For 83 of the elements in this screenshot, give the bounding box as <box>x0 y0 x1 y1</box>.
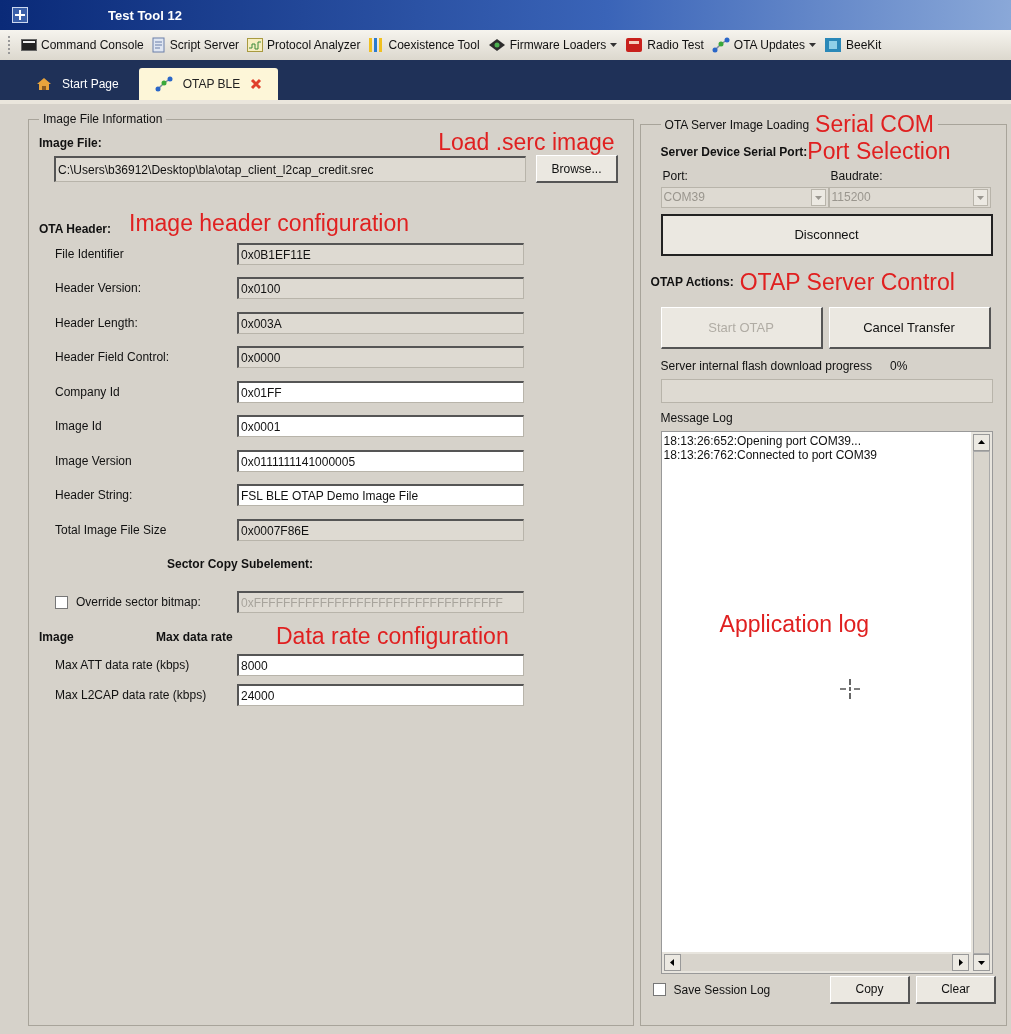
file-path-field[interactable]: C:\Users\b36912\Desktop\bla\otap_client_l2cap_credit.srec <box>54 156 526 183</box>
section-heading: OTAP Actions: <box>650 275 734 290</box>
field-label: Header Version: <box>55 281 143 296</box>
section-heading: Server Device Serial Port: <box>660 144 808 159</box>
group-title: Image File Information <box>42 112 164 126</box>
group-title: OTA Server Image Loading <box>664 117 810 132</box>
network-icon <box>154 76 173 92</box>
log-line: 18:13:26:652:Opening port COM39... <box>663 433 863 448</box>
scroll-right-icon[interactable] <box>951 953 969 971</box>
logo-icon <box>625 37 644 53</box>
toolbar-button[interactable]: Firmware Loaders <box>483 38 622 52</box>
field-label: Header String: <box>55 488 134 503</box>
column-heading: Image <box>39 629 75 644</box>
close-icon[interactable] <box>250 78 263 90</box>
toolbar-button[interactable]: Command Console <box>17 38 148 52</box>
input-field[interactable]: 24000 <box>237 683 524 706</box>
tab[interactable]: OTAP BLE <box>138 68 279 100</box>
scroll-left-icon[interactable] <box>663 953 681 971</box>
console-icon <box>21 39 37 51</box>
field-label: Image Version <box>55 453 133 468</box>
annotation: Application log <box>719 611 870 638</box>
checkbox-label: Override sector bitmap: <box>76 595 201 610</box>
annotation: Data rate configuration <box>276 623 509 650</box>
chip-icon <box>487 38 506 52</box>
scroll-up-icon[interactable] <box>972 433 990 451</box>
field-label: Header Field Control: <box>55 350 171 365</box>
section-heading: Sector Copy Subelement: <box>167 557 314 572</box>
window-title: Test Tool 12 <box>108 7 182 23</box>
field-label: Total Image File Size <box>55 522 168 537</box>
checkbox-label: Save Session Log <box>673 982 771 997</box>
input-field[interactable]: 0x0007F86E <box>237 518 524 541</box>
field-label: Max L2CAP data rate (kbps) <box>55 687 208 702</box>
annotation: OTAP Server Control <box>739 269 955 295</box>
network-icon <box>711 37 730 53</box>
input-field[interactable]: 0x0111111141000005 <box>237 449 524 472</box>
action-button[interactable]: Cancel Transfer <box>828 306 991 349</box>
input-field[interactable]: 0x003A <box>237 311 524 334</box>
field-label: Baudrate: <box>829 168 884 183</box>
vertical-scrollbar[interactable] <box>970 431 992 973</box>
toolbar-button[interactable]: OTA Updates <box>707 37 820 53</box>
toolbar-button[interactable]: Coexistence Tool <box>364 37 484 53</box>
log-button[interactable]: Clear <box>916 975 996 1004</box>
progress-label: Server internal flash download progress <box>660 358 872 373</box>
log-button[interactable]: Copy <box>830 975 910 1004</box>
toolbar-button[interactable]: Script Server <box>147 37 244 53</box>
field-label: Image File: <box>39 135 102 150</box>
document-icon <box>151 37 166 53</box>
field-label: Message Log <box>660 410 734 425</box>
home-icon <box>36 77 52 91</box>
section-heading: OTA Header: <box>39 221 111 236</box>
scroll-down-icon[interactable] <box>972 953 990 971</box>
field-label: Max ATT data rate (kbps) <box>55 657 191 672</box>
bars-icon <box>368 37 385 53</box>
board-icon <box>824 37 842 53</box>
input-field[interactable]: 0x0B1EF11E <box>237 242 524 265</box>
input-field[interactable]: 8000 <box>237 653 524 676</box>
progress-percent: 0% <box>890 358 908 373</box>
toolbar-button[interactable]: Radio Test <box>621 37 708 53</box>
field-label: Header Length: <box>55 315 139 330</box>
app-icon <box>12 7 28 23</box>
annotation: Load .serc image <box>438 130 615 156</box>
input-field[interactable]: 0x0000 <box>237 346 524 369</box>
input-field[interactable]: 0x0001 <box>237 415 524 438</box>
input-field[interactable]: 0x01FF <box>237 380 524 403</box>
chart-icon <box>247 38 264 52</box>
field-label: Port: <box>661 168 689 183</box>
input-field[interactable]: FSL BLE OTAP Demo Image File <box>237 484 524 507</box>
field-label: Company Id <box>55 384 121 399</box>
log-line: 18:13:26:762:Connected to port COM39 <box>663 447 879 462</box>
column-heading: Max data rate <box>156 629 234 644</box>
annotation: Serial COM <box>815 112 934 138</box>
horizontal-scrollbar[interactable] <box>661 951 971 973</box>
annotation: Image header configuration <box>129 211 410 237</box>
annotation: Port Selection <box>807 139 951 165</box>
field-label: File Identifier <box>55 246 125 261</box>
input-field[interactable]: 0x0100 <box>237 277 524 300</box>
toolbar-button[interactable]: Protocol Analyzer <box>243 38 365 52</box>
crosshair-icon <box>839 678 860 699</box>
checkbox[interactable] <box>652 983 666 997</box>
field-label: Image Id <box>55 419 103 434</box>
disconnect-button[interactable]: Disconnect <box>660 213 993 256</box>
toolbar-button[interactable]: BeeKit <box>820 37 886 53</box>
browse-button[interactable]: Browse... <box>536 155 618 184</box>
